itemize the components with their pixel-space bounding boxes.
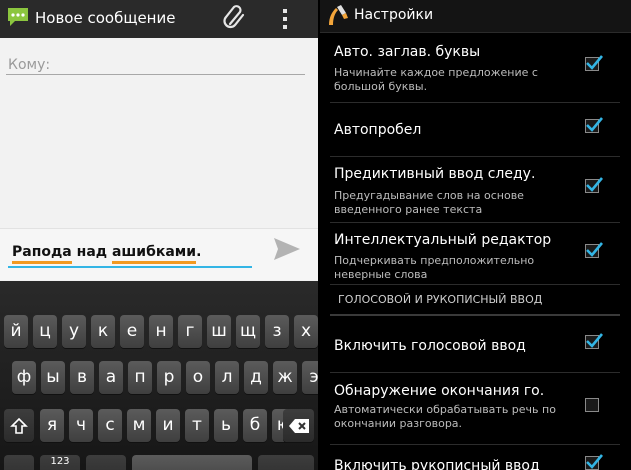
pref-summary: Автоматически обрабатывать речь по xyxy=(334,403,556,416)
action-bar: Настройки xyxy=(320,0,631,33)
recipient-placeholder: Кому: xyxy=(8,57,51,73)
pref-title[interactable]: Предиктивный ввод следу. xyxy=(334,166,535,182)
checkbox-checked[interactable] xyxy=(585,242,603,258)
key-и[interactable]: и xyxy=(156,409,180,442)
message-input[interactable]: Рапода над ашибками. xyxy=(12,244,202,264)
checkbox-checked[interactable] xyxy=(585,177,603,193)
pref-summary: Предугадывание слов на основе xyxy=(334,189,524,202)
overflow-menu-icon[interactable] xyxy=(280,8,290,30)
mic-key[interactable] xyxy=(86,455,126,470)
settings-key[interactable] xyxy=(4,455,34,470)
key-в[interactable]: в xyxy=(70,361,94,394)
category-header: ГОЛОСОВОЙ И РУКОПИСНЫЙ ВВОД xyxy=(338,293,543,306)
pref-title[interactable]: Автопробел xyxy=(334,122,421,138)
key-д[interactable]: д xyxy=(244,361,268,394)
key-о[interactable]: о xyxy=(186,361,210,394)
key-ф[interactable]: ф xyxy=(12,361,36,394)
key-ы[interactable]: ы xyxy=(41,361,65,394)
key-т[interactable]: т xyxy=(185,409,209,442)
category-divider xyxy=(330,314,620,316)
checkbox-checked[interactable] xyxy=(585,333,603,349)
checkbox-checked[interactable] xyxy=(585,454,603,470)
checkbox-checked[interactable] xyxy=(585,117,603,133)
messaging-screen: Новое сообщение Кому: Рапода над ашибкам… xyxy=(0,0,318,470)
page-title: Новое сообщение xyxy=(35,9,176,27)
pref-summary: большой буквы. xyxy=(334,80,428,93)
divider xyxy=(330,102,620,103)
checkmark-icon xyxy=(586,333,603,348)
message-word: над xyxy=(71,244,112,260)
key-з[interactable]: з xyxy=(265,315,289,348)
key-ж[interactable]: ж xyxy=(273,361,297,394)
key-е[interactable]: е xyxy=(120,315,144,348)
checkmark-icon xyxy=(586,454,603,469)
backspace-key[interactable] xyxy=(283,409,314,442)
enter-key[interactable] xyxy=(258,455,314,470)
pref-title[interactable]: Включить рукописный ввод xyxy=(334,458,540,470)
checkbox-unchecked[interactable] xyxy=(585,398,599,412)
divider xyxy=(330,284,620,285)
checkmark-icon xyxy=(586,55,603,70)
pref-title[interactable]: Включить голосовой ввод xyxy=(334,338,526,354)
key-й[interactable]: й xyxy=(4,315,28,348)
checkmark-icon xyxy=(586,117,603,132)
send-icon[interactable] xyxy=(272,236,302,262)
key-с[interactable]: с xyxy=(98,409,122,442)
pref-summary: Подчеркивать предположительно xyxy=(334,254,535,267)
key-ц[interactable]: ц xyxy=(33,315,57,348)
pref-title[interactable]: Обнаружение окончания го. xyxy=(334,383,544,399)
divider xyxy=(330,372,620,373)
key-х[interactable]: х xyxy=(294,315,318,348)
key-м[interactable]: м xyxy=(127,409,151,442)
key-ш[interactable]: ш xyxy=(207,315,231,348)
pref-summary: неверные слова xyxy=(334,268,428,281)
key-б[interactable]: б xyxy=(243,409,267,442)
symbols-key[interactable]: 123 xyxy=(40,455,80,470)
hand-writing-icon[interactable] xyxy=(324,3,350,29)
key-у[interactable]: у xyxy=(62,315,86,348)
divider xyxy=(330,444,620,445)
input-underline xyxy=(8,266,252,268)
pref-summary: введенного ранее текста xyxy=(334,203,483,216)
divider xyxy=(330,156,620,157)
backspace-icon xyxy=(288,419,309,433)
space-key[interactable] xyxy=(132,455,252,470)
key-а[interactable]: а xyxy=(99,361,123,394)
shift-key[interactable] xyxy=(4,409,34,442)
message-word: . xyxy=(196,244,202,260)
keyboard: йцукенгшщзхфывапролджэячсмитьбю123 xyxy=(0,281,318,470)
misspelled-word[interactable]: Рапода xyxy=(12,244,72,264)
checkmark-icon xyxy=(586,242,603,257)
key-ч[interactable]: ч xyxy=(69,409,93,442)
divider xyxy=(330,222,620,223)
key-г[interactable]: г xyxy=(178,315,202,348)
settings-screen: Настройки Авто. заглав. буквы Начинайте к… xyxy=(320,0,631,470)
messaging-app-icon[interactable] xyxy=(6,7,30,27)
key-ь[interactable]: ь xyxy=(214,409,238,442)
page-title: Настройки xyxy=(354,7,434,23)
pref-summary: Начинайте каждое предложение с xyxy=(334,66,538,79)
pref-title[interactable]: Авто. заглав. буквы xyxy=(334,44,480,60)
misspelled-word[interactable]: ашибками xyxy=(111,244,197,264)
key-к[interactable]: к xyxy=(91,315,115,348)
key-н[interactable]: н xyxy=(149,315,173,348)
key-я[interactable]: я xyxy=(40,409,64,442)
checkmark-icon xyxy=(586,177,603,192)
shift-icon xyxy=(10,417,28,434)
pref-title[interactable]: Интеллектуальный редактор xyxy=(334,232,551,248)
checkbox-checked[interactable] xyxy=(585,55,603,71)
key-п[interactable]: п xyxy=(128,361,152,394)
key-р[interactable]: р xyxy=(157,361,181,394)
key-л[interactable]: л xyxy=(215,361,239,394)
paperclip-icon[interactable] xyxy=(222,4,248,32)
recipient-field[interactable]: Кому: xyxy=(6,57,305,75)
key-э[interactable]: э xyxy=(302,361,318,394)
key-щ[interactable]: щ xyxy=(236,315,260,348)
pref-summary: окончании разговора. xyxy=(334,417,463,430)
action-bar: Новое сообщение xyxy=(0,0,318,38)
